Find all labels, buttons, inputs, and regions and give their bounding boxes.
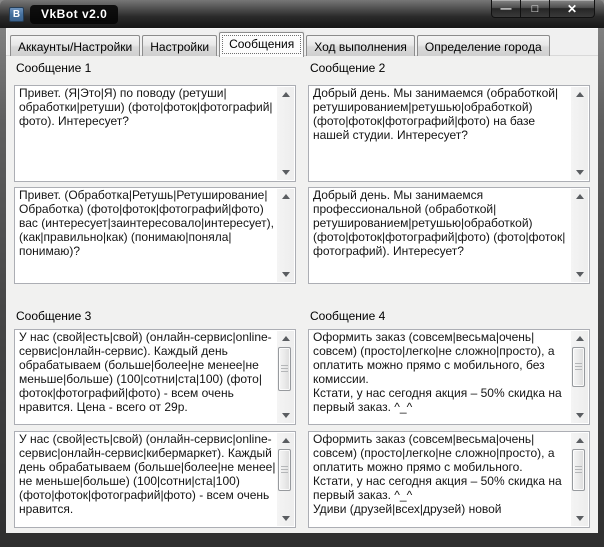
window-controls: — □ ✕ (491, 0, 595, 18)
message-text: Привет. (Обработка|Ретушь|Ретуширование|… (19, 189, 276, 282)
scrollbar[interactable] (571, 189, 588, 282)
message-text: Оформить заказ (совсем|весьма|очень|совс… (313, 433, 570, 526)
message-2-textarea-2[interactable]: Добрый день. Мы занимаемся профессиональ… (308, 187, 590, 284)
vkbot-window: { "window": { "title": "VkBot v2.0", "ic… (0, 0, 604, 547)
scrollbar[interactable] (277, 189, 294, 282)
minimize-button[interactable]: — (491, 0, 521, 18)
scroll-up-icon[interactable] (571, 189, 588, 204)
tab-strip: Аккаунты/Настройки Настройки Сообщения Х… (10, 32, 552, 56)
scroll-down-icon[interactable] (571, 408, 588, 423)
tab-label: Настройки (150, 40, 209, 54)
message-text: У нас (свой|есть|свой) (онлайн-сервис|on… (19, 433, 276, 526)
scroll-up-icon[interactable] (571, 331, 588, 346)
tab-city-detection[interactable]: Определение города (417, 35, 550, 56)
scrollbar[interactable] (277, 331, 294, 423)
scrollbar[interactable] (277, 433, 294, 526)
scroll-up-icon[interactable] (277, 433, 294, 448)
scroll-down-icon[interactable] (571, 267, 588, 282)
message-text: Добрый день. Мы занимаемся профессиональ… (313, 189, 570, 282)
scroll-up-icon[interactable] (277, 331, 294, 346)
scrollbar[interactable] (571, 433, 588, 526)
tab-label: Сообщения (229, 37, 294, 51)
tab-progress[interactable]: Ход выполнения (306, 35, 415, 56)
scroll-down-icon[interactable] (277, 408, 294, 423)
scrollbar-thumb[interactable] (572, 347, 585, 387)
tab-label: Аккаунты/Настройки (18, 40, 132, 54)
tab-accounts-settings[interactable]: Аккаунты/Настройки (10, 35, 140, 56)
scroll-down-icon[interactable] (277, 511, 294, 526)
message-1-textarea-2[interactable]: Привет. (Обработка|Ретушь|Ретуширование|… (14, 187, 296, 284)
message-text: Привет. (Я|Это|Я) по поводу (ретуши|обра… (19, 87, 276, 180)
scroll-up-icon[interactable] (277, 189, 294, 204)
message-4-label: Сообщение 4 (310, 309, 385, 323)
scroll-up-icon[interactable] (277, 87, 294, 102)
message-text: Оформить заказ (совсем|весьма|очень|совс… (313, 331, 570, 423)
message-text: Добрый день. Мы занимаемся (обработкой|р… (313, 87, 570, 180)
scroll-up-icon[interactable] (571, 433, 588, 448)
scrollbar-thumb[interactable] (572, 449, 585, 491)
message-text: У нас (свой|есть|свой) (онлайн-сервис|on… (19, 331, 276, 423)
message-1-textarea-1[interactable]: Привет. (Я|Это|Я) по поводу (ретуши|обра… (14, 85, 296, 182)
client-area: Аккаунты/Настройки Настройки Сообщения Х… (6, 28, 598, 533)
message-3-label: Сообщение 3 (16, 309, 91, 323)
scrollbar[interactable] (277, 87, 294, 180)
scrollbar[interactable] (571, 331, 588, 423)
tab-label: Ход выполнения (314, 40, 407, 54)
tab-settings[interactable]: Настройки (142, 35, 217, 56)
tab-messages[interactable]: Сообщения (219, 32, 304, 57)
message-2-label: Сообщение 2 (310, 61, 385, 75)
title-bar[interactable]: B VkBot v2.0 — □ ✕ (0, 0, 604, 28)
close-button[interactable]: ✕ (549, 0, 595, 18)
message-1-label: Сообщение 1 (16, 61, 91, 75)
message-4-textarea-1[interactable]: Оформить заказ (совсем|весьма|очень|совс… (308, 329, 590, 425)
scroll-down-icon[interactable] (277, 267, 294, 282)
message-4-textarea-2[interactable]: Оформить заказ (совсем|весьма|очень|совс… (308, 431, 590, 528)
scroll-down-icon[interactable] (277, 165, 294, 180)
scroll-down-icon[interactable] (571, 511, 588, 526)
message-3-textarea-2[interactable]: У нас (свой|есть|свой) (онлайн-сервис|on… (14, 431, 296, 528)
scrollbar-thumb[interactable] (278, 347, 291, 391)
scrollbar-thumb[interactable] (278, 449, 291, 491)
tab-label: Определение города (425, 40, 542, 54)
scroll-up-icon[interactable] (571, 87, 588, 102)
scrollbar[interactable] (571, 87, 588, 180)
vk-logo-icon: B (9, 7, 24, 22)
window-title: VkBot v2.0 (30, 5, 118, 24)
scroll-down-icon[interactable] (571, 165, 588, 180)
message-2-textarea-1[interactable]: Добрый день. Мы занимаемся (обработкой|р… (308, 85, 590, 182)
message-3-textarea-1[interactable]: У нас (свой|есть|свой) (онлайн-сервис|on… (14, 329, 296, 425)
maximize-button[interactable]: □ (521, 0, 549, 18)
